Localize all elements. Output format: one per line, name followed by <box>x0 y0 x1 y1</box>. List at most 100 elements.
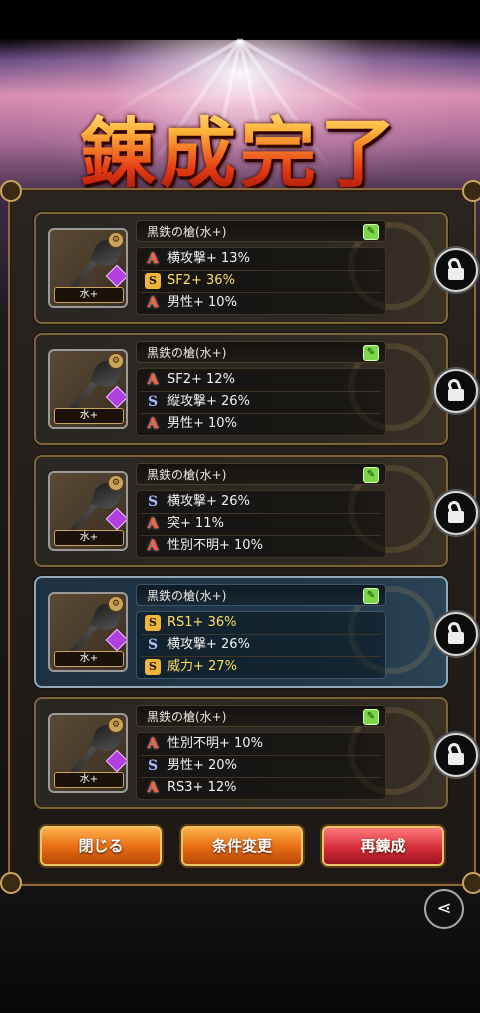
grade-ss-icon: S <box>145 272 161 289</box>
lock-body <box>448 511 464 523</box>
gear-icon: ⚙ <box>108 475 124 491</box>
grade-a-icon: A <box>147 537 159 554</box>
grade-a-icon: A <box>147 250 159 267</box>
result-title: 錬成完了 <box>0 92 480 202</box>
stat-text: 男性+ 10% <box>167 416 237 431</box>
element-label: 水+ <box>54 651 124 667</box>
unlock-icon[interactable] <box>434 612 478 656</box>
stat-list: A SF2+ 12% S 縦攻撃+ 26% A 男性+ 10% <box>136 368 386 436</box>
stat-row: A RS3+ 12% <box>145 777 237 798</box>
item-name: 黒鉄の槍(水+) ✎ <box>136 220 386 242</box>
stat-text: 横攻撃+ 26% <box>167 637 250 652</box>
element-label: 水+ <box>54 530 124 546</box>
item-card[interactable]: ⚙ 水+ 黒鉄の槍(水+) ✎ A 横攻撃+ 13% S SF2+ 36% A 男性+ 1… <box>34 212 478 324</box>
stat-text: 威力+ 27% <box>167 659 237 674</box>
item-name-text: 黒鉄の槍(水+) <box>147 589 227 603</box>
stat-text: 性別不明+ 10% <box>167 538 263 553</box>
weapon-thumbnail[interactable]: ⚙ 水+ <box>48 713 128 793</box>
stat-row: S 威力+ 27% <box>145 656 237 677</box>
edit-icon[interactable]: ✎ <box>363 709 379 725</box>
stat-row: A 性別不明+ 10% <box>145 733 263 754</box>
stat-text: RS1+ 36% <box>167 615 237 630</box>
stat-text: 突+ 11% <box>167 516 224 531</box>
weapon-thumbnail[interactable]: ⚙ 水+ <box>48 592 128 672</box>
panel-corner <box>0 872 22 894</box>
stat-text: 横攻撃+ 26% <box>167 494 250 509</box>
grade-ss-icon: S <box>145 658 161 675</box>
stat-row: S 縦攻撃+ 26% <box>145 391 250 412</box>
stat-text: 横攻撃+ 13% <box>167 251 250 266</box>
stat-row: A SF2+ 12% <box>145 369 235 390</box>
stat-row: S RS1+ 36% <box>145 612 236 633</box>
unlock-icon[interactable] <box>434 491 478 535</box>
stat-text: RS3+ 12% <box>167 780 237 795</box>
grade-s-icon: S <box>147 493 159 510</box>
unlock-icon[interactable] <box>434 369 478 413</box>
panel-corner <box>462 180 480 202</box>
weapon-thumbnail[interactable]: ⚙ 水+ <box>48 228 128 308</box>
stat-list: A 横攻撃+ 13% S SF2+ 36% A 男性+ 10% <box>136 247 386 315</box>
lock-body <box>448 389 464 401</box>
stat-text: 男性+ 10% <box>167 295 237 310</box>
unlock-icon[interactable] <box>434 733 478 777</box>
stat-row: A 男性+ 10% <box>145 413 237 434</box>
grade-s-icon: S <box>147 393 159 410</box>
stat-list: S RS1+ 36% S 横攻撃+ 26% S 威力+ 27% <box>136 611 386 679</box>
game-screen: 錬成完了 ⚙ 水+ 黒鉄の槍(水+) ✎ A 横攻撃+ 13% S SF2+ 36% A… <box>0 0 480 1013</box>
stat-row: A 男性+ 10% <box>145 292 237 313</box>
stat-row: A 性別不明+ 10% <box>145 535 263 556</box>
gem-icon <box>105 385 126 409</box>
stat-row: A 突+ 11% <box>145 513 224 534</box>
lock-body <box>448 268 464 280</box>
grade-s-icon: S <box>147 636 159 653</box>
item-card[interactable]: ⚙ 水+ 黒鉄の槍(水+) ✎ A 性別不明+ 10% S 男性+ 20% A RS3+ … <box>34 697 478 809</box>
edit-icon[interactable]: ✎ <box>363 345 379 361</box>
stat-row: S SF2+ 36% <box>145 270 235 291</box>
grade-a-icon: A <box>147 294 159 311</box>
gear-icon: ⚙ <box>108 232 124 248</box>
close-button[interactable]: 閉じる <box>40 826 162 866</box>
element-label: 水+ <box>54 408 124 424</box>
item-name: 黒鉄の槍(水+) ✎ <box>136 705 386 727</box>
stat-text: 縦攻撃+ 26% <box>167 394 250 409</box>
share-icon[interactable]: ⋖ <box>424 889 464 929</box>
change-conditions-button[interactable]: 条件変更 <box>181 826 303 866</box>
gear-icon: ⚙ <box>108 353 124 369</box>
edit-icon[interactable]: ✎ <box>363 467 379 483</box>
edit-icon[interactable]: ✎ <box>363 224 379 240</box>
stat-text: SF2+ 12% <box>167 372 235 387</box>
item-card[interactable]: ⚙ 水+ 黒鉄の槍(水+) ✎ A SF2+ 12% S 縦攻撃+ 26% A 男性+ 1… <box>34 333 478 445</box>
item-name-text: 黒鉄の槍(水+) <box>147 710 227 724</box>
stat-row: S 男性+ 20% <box>145 755 237 776</box>
item-card[interactable]: ⚙ 水+ 黒鉄の槍(水+) ✎ S RS1+ 36% S 横攻撃+ 26% S 威力+ 2… <box>34 576 478 688</box>
element-label: 水+ <box>54 772 124 788</box>
grade-s-icon: S <box>147 757 159 774</box>
gear-icon: ⚙ <box>108 596 124 612</box>
gem-icon <box>105 507 126 531</box>
panel-corner <box>0 180 22 202</box>
reforge-button[interactable]: 再錬成 <box>322 826 444 866</box>
item-name: 黒鉄の槍(水+) ✎ <box>136 463 386 485</box>
stat-list: S 横攻撃+ 26% A 突+ 11% A 性別不明+ 10% <box>136 490 386 558</box>
stat-row: S 横攻撃+ 26% <box>145 491 250 512</box>
weapon-thumbnail[interactable]: ⚙ 水+ <box>48 471 128 551</box>
grade-a-icon: A <box>147 735 159 752</box>
item-card[interactable]: ⚙ 水+ 黒鉄の槍(水+) ✎ S 横攻撃+ 26% A 突+ 11% A 性別不明+ 1… <box>34 455 478 567</box>
grade-a-icon: A <box>147 415 159 432</box>
edit-icon[interactable]: ✎ <box>363 588 379 604</box>
item-name-text: 黒鉄の槍(水+) <box>147 225 227 239</box>
grade-a-icon: A <box>147 779 159 796</box>
stat-row: A 横攻撃+ 13% <box>145 248 250 269</box>
gear-icon: ⚙ <box>108 717 124 733</box>
panel-corner <box>462 872 480 894</box>
stat-text: 性別不明+ 10% <box>167 736 263 751</box>
grade-a-icon: A <box>147 515 159 532</box>
gem-icon <box>105 749 126 773</box>
gem-icon <box>105 264 126 288</box>
stat-text: SF2+ 36% <box>167 273 235 288</box>
item-name: 黒鉄の槍(水+) ✎ <box>136 584 386 606</box>
unlock-icon[interactable] <box>434 248 478 292</box>
weapon-thumbnail[interactable]: ⚙ 水+ <box>48 349 128 429</box>
stat-list: A 性別不明+ 10% S 男性+ 20% A RS3+ 12% <box>136 732 386 800</box>
lock-body <box>448 753 464 765</box>
